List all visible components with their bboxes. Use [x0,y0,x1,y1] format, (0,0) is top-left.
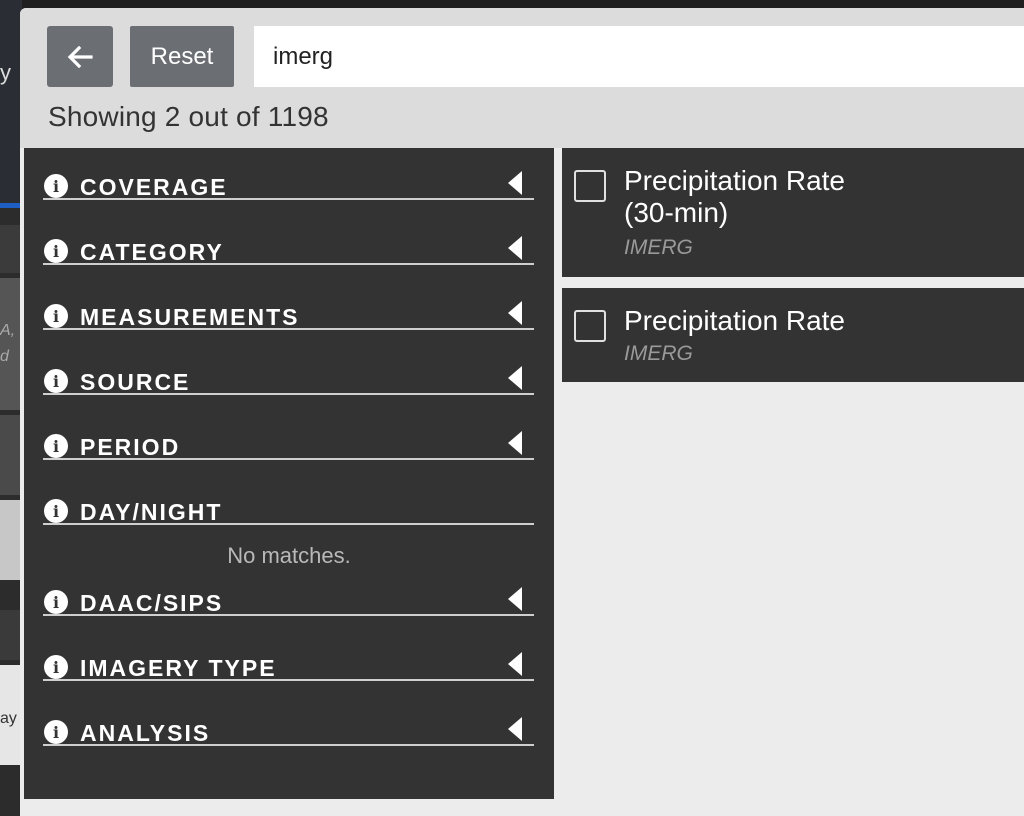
background-text: A, [0,322,16,339]
facet-category[interactable]: i CATEGORY [43,215,534,265]
background-text: d [0,348,9,365]
facet-day-night[interactable]: i DAY/NIGHT [43,475,534,525]
facet-label: ANALYSIS [80,720,211,746]
facet-daac-sips[interactable]: i DAAC/SIPS [43,566,534,616]
facet-source[interactable]: i SOURCE [43,345,534,395]
facet-imagery-type[interactable]: i IMAGERY TYPE [43,631,534,681]
facet-period[interactable]: i PERIOD [43,410,534,460]
caret-left-icon [508,301,522,325]
result-title: Precipitation Rate [624,305,846,336]
info-icon[interactable]: i [44,304,68,328]
facet-measurements[interactable]: i MEASUREMENTS [43,280,534,330]
facet-sidebar: i COVERAGE i CATEGORY i MEASUREMENTS i S… [24,148,554,799]
info-icon[interactable]: i [44,239,68,263]
info-icon[interactable]: i [44,720,68,744]
search-header: Reset Showing 2 out of 1198 [20,8,1024,148]
caret-left-icon [508,171,522,195]
layer-search-modal: Reset Showing 2 out of 1198 i COVERAGE i… [20,8,1024,816]
facet-analysis[interactable]: i ANALYSIS [43,696,534,746]
info-icon[interactable]: i [44,434,68,458]
info-icon[interactable]: i [44,174,68,198]
facet-label: SOURCE [80,369,191,395]
result-title-line2: (30-min) [624,197,729,228]
result-title: Precipitation Rate [624,165,846,196]
search-input[interactable] [254,26,1024,87]
caret-left-icon [508,652,522,676]
info-icon[interactable]: i [44,590,68,614]
facet-label: CATEGORY [80,239,224,265]
facet-label: DAAC/SIPS [80,590,224,616]
caret-left-icon [508,431,522,455]
result-source: IMERG [624,236,693,259]
info-icon[interactable]: i [44,499,68,523]
background-text: y [0,60,11,85]
background-app: y A, d ay [0,0,22,816]
caret-left-icon [508,587,522,611]
reset-button[interactable]: Reset [130,26,234,87]
result-checkbox[interactable] [574,310,606,342]
result-item[interactable]: Precipitation Rate IMERG [562,288,1024,382]
facet-label: MEASUREMENTS [80,304,300,330]
facet-label: DAY/NIGHT [80,499,223,525]
result-item[interactable]: Precipitation Rate (30-min) IMERG [562,148,1024,277]
facet-label: PERIOD [80,434,181,460]
background-text: ay [0,710,17,727]
caret-left-icon [508,236,522,260]
info-icon[interactable]: i [44,655,68,679]
facet-coverage[interactable]: i COVERAGE [43,150,534,200]
facet-label: IMAGERY TYPE [80,655,277,681]
result-checkbox[interactable] [574,170,606,202]
back-button[interactable] [47,26,113,87]
info-icon[interactable]: i [44,369,68,393]
results-count: Showing 2 out of 1198 [48,101,329,132]
caret-left-icon [508,717,522,741]
arrow-left-icon [67,45,93,68]
facet-label: COVERAGE [80,174,228,200]
result-source: IMERG [624,342,693,365]
caret-left-icon [508,366,522,390]
